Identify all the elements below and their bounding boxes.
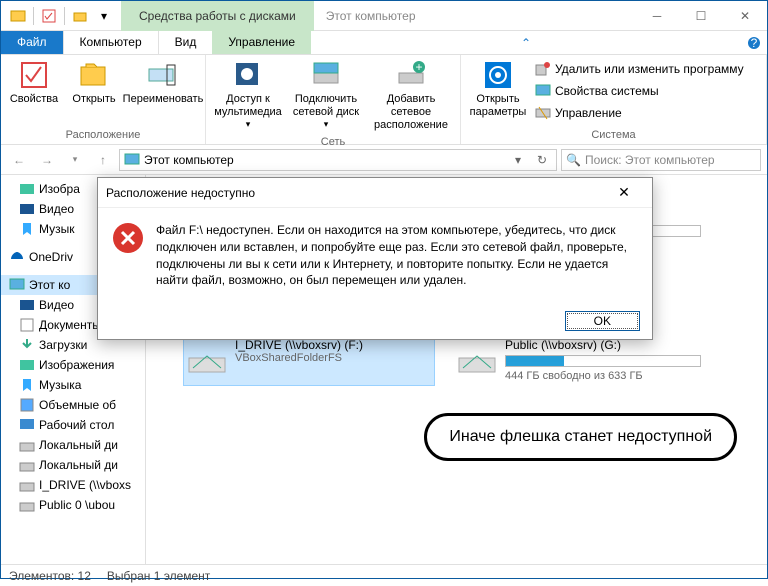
add-network-icon: + [395, 59, 427, 91]
properties-icon [18, 59, 50, 91]
pc-icon [124, 152, 140, 168]
tree-item[interactable]: Локальный ди [1, 435, 145, 455]
open-settings-button[interactable]: Открыть параметры [465, 57, 531, 121]
search-input[interactable]: 🔍 Поиск: Этот компьютер [561, 149, 761, 171]
address-bar[interactable]: Этот компьютер ▾ ↻ [119, 149, 557, 171]
tab-view[interactable]: Вид [159, 31, 213, 54]
refresh-icon[interactable]: ↻ [532, 153, 552, 167]
tree-item[interactable]: Музыка [1, 375, 145, 395]
close-button[interactable]: ✕ [723, 2, 767, 30]
open-button[interactable]: Открыть [65, 57, 123, 108]
svg-text:+: + [415, 60, 422, 74]
tree-item[interactable]: Изображения [1, 355, 145, 375]
tree-item[interactable]: Локальный ди [1, 455, 145, 475]
error-icon [112, 222, 144, 254]
help-icon[interactable]: ? [741, 31, 767, 54]
search-icon: 🔍 [566, 153, 581, 167]
tab-computer[interactable]: Компьютер [63, 31, 159, 54]
dialog-close-button[interactable]: ✕ [604, 184, 644, 201]
uninstall-icon [535, 61, 551, 77]
network-drive-g[interactable]: Public (\\vboxsrv) (G:)444 ГБ свободно и… [454, 335, 704, 385]
rename-button[interactable]: Переименовать [125, 57, 201, 108]
explorer-icon [7, 5, 29, 27]
system-props-button[interactable]: Свойства системы [533, 81, 746, 101]
svg-text:?: ? [751, 36, 758, 50]
annotation-callout: Иначе флешка станет недоступной [424, 413, 737, 461]
ribbon-collapse-icon[interactable]: ⌃ [513, 31, 539, 54]
network-drive-f[interactable]: I_DRIVE (\\vboxsrv) (F:)VBoxSharedFolder… [184, 335, 434, 385]
error-dialog: Расположение недоступно ✕ Файл F:\ недос… [97, 177, 653, 340]
add-network-button[interactable]: + Добавить сетевое расположение [366, 57, 456, 135]
window-title: Этот компьютер [314, 9, 635, 23]
media-access-button[interactable]: Доступ к мультимедиа▾ [210, 57, 286, 132]
sys-props-icon [535, 83, 551, 99]
minimize-button[interactable]: ─ [635, 2, 679, 30]
status-count: Элементов: 12 [9, 569, 91, 583]
qat-properties-icon[interactable] [38, 5, 60, 27]
rename-icon [147, 59, 179, 91]
dialog-title: Расположение недоступно [106, 186, 604, 200]
map-drive-button[interactable]: Подключить сетевой диск▾ [288, 57, 364, 132]
group-location: Расположение [5, 128, 201, 142]
management-button[interactable]: Управление [533, 103, 746, 123]
properties-button[interactable]: Свойства [5, 57, 63, 108]
group-system: Система [465, 128, 762, 142]
tab-file[interactable]: Файл [1, 31, 63, 54]
settings-icon [482, 59, 514, 91]
qat-dropdown-icon[interactable]: ▾ [93, 5, 115, 27]
media-icon [232, 59, 264, 91]
history-dropdown-icon[interactable]: ▾ [508, 153, 528, 167]
management-icon [535, 105, 551, 121]
tab-manage[interactable]: Управление [212, 31, 311, 54]
recent-dropdown[interactable]: ▾ [63, 148, 87, 172]
net-drive-icon [457, 338, 497, 378]
net-drive-icon [187, 338, 227, 378]
group-network: Сеть [210, 135, 456, 149]
uninstall-button[interactable]: Удалить или изменить программу [533, 59, 746, 79]
maximize-button[interactable]: ☐ [679, 2, 723, 30]
context-tab: Средства работы с дисками [121, 1, 314, 31]
ok-button[interactable]: OK [565, 311, 640, 331]
map-drive-icon [310, 59, 342, 91]
open-icon [78, 59, 110, 91]
forward-button[interactable]: → [35, 148, 59, 172]
tree-item[interactable]: I_DRIVE (\\vboxs [1, 475, 145, 495]
up-button[interactable]: ↑ [91, 148, 115, 172]
dialog-message: Файл F:\ недоступен. Если он находится н… [156, 222, 638, 289]
back-button[interactable]: ← [7, 148, 31, 172]
status-selected: Выбран 1 элемент [107, 569, 210, 583]
tree-item[interactable]: Public 0 \ubou [1, 495, 145, 515]
qat-newfolder-icon[interactable] [69, 5, 91, 27]
tree-item[interactable]: Объемные об [1, 395, 145, 415]
tree-item[interactable]: Рабочий стол [1, 415, 145, 435]
